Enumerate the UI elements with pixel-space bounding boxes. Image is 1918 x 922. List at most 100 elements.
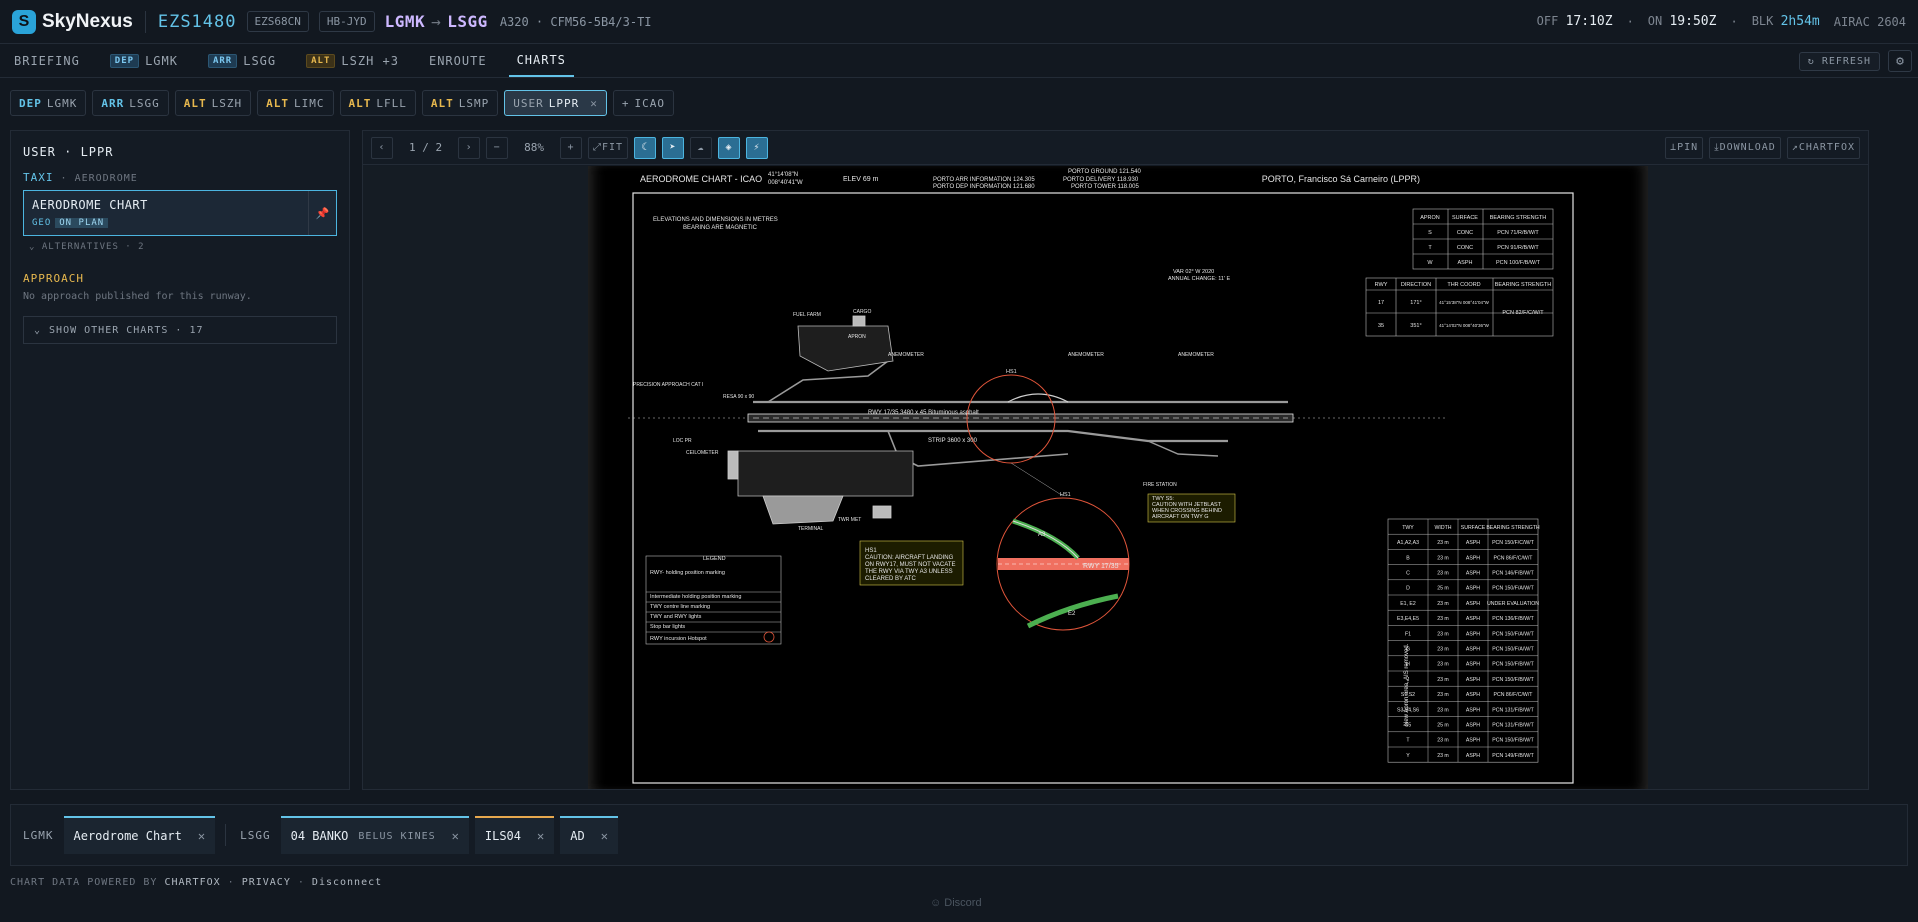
approach-empty-text: No approach published for this runway.	[23, 291, 252, 302]
svg-text:35: 35	[1378, 323, 1384, 329]
disconnect-link[interactable]: Disconnect	[312, 877, 382, 888]
privacy-link[interactable]: PRIVACY	[242, 877, 291, 888]
taxiway-table-cell: PCN 150/F/C/W/T	[1492, 540, 1535, 546]
taxiway-table-cell: 23 m	[1437, 707, 1449, 713]
svg-text:SURFACE: SURFACE	[1452, 215, 1478, 221]
next-page-button[interactable]: ›	[458, 136, 481, 159]
airac-cycle: AIRAC 2604	[1833, 14, 1906, 29]
chart-list-panel: USER · LPPR TAXI · AERODROME AERODROME C…	[10, 130, 350, 790]
tab-alternates[interactable]: ALT LSZH +3	[298, 45, 407, 77]
airport-chip-arr[interactable]: ARR LSGG	[92, 90, 169, 116]
hotspot-label: HS1	[1006, 369, 1017, 375]
svg-text:CLEARED BY ATC: CLEARED BY ATC	[865, 576, 916, 582]
taxiway-table-cell: PCN 150/F/B/W/T	[1492, 738, 1534, 744]
open-chart-tab[interactable]: ILS04 ✕	[474, 816, 555, 854]
route-toggle[interactable]: ⚡	[746, 136, 769, 159]
taxiway-table-cell: ASPH	[1466, 601, 1480, 607]
svg-text:PCN 100/F/B/W/T: PCN 100/F/B/W/T	[1496, 260, 1541, 266]
tab-charts[interactable]: CHARTS	[508, 45, 574, 77]
close-icon[interactable]: ✕	[198, 829, 205, 843]
tab-enroute[interactable]: ENROUTE	[421, 45, 495, 77]
taxiway-table-cell: ASPH	[1466, 738, 1480, 744]
svg-text:APRON: APRON	[848, 334, 866, 340]
ownship-toggle[interactable]: ➤	[662, 136, 685, 159]
zoom-in-button[interactable]: +	[560, 136, 582, 159]
taxiway-table-cell: PCN 131/F/B/W/T	[1492, 707, 1534, 713]
svg-text:CONC: CONC	[1457, 230, 1473, 236]
registration: HB-JYD	[318, 11, 375, 32]
svg-text:T: T	[1428, 245, 1432, 251]
taxiway-table-cell: B	[1406, 555, 1410, 561]
night-mode-toggle[interactable]: ☾	[634, 136, 657, 159]
taxiway-note: TWY S5: CAUTION WITH JETBLAST WHEN CROSS…	[1147, 493, 1236, 523]
close-icon[interactable]: ✕	[601, 829, 608, 843]
hotspot-label: HS1	[1060, 492, 1071, 498]
open-chart-tab[interactable]: 04 BANKO BELUS KINES ✕	[280, 816, 469, 854]
open-chart-tab[interactable]: Aerodrome Chart ✕	[63, 816, 216, 854]
airport-chip-alt[interactable]: ALT LFLL	[339, 90, 416, 116]
top-bar: S SkyNexus EZS1480 EZS68CN HB-JYD LGMK → L…	[0, 0, 1918, 44]
airport-chip-alt[interactable]: ALT LSZH	[174, 90, 252, 116]
airport-chip-alt[interactable]: ALT LIMC	[257, 90, 334, 116]
download-button[interactable]: ⤓ DOWNLOAD	[1709, 136, 1781, 159]
taxiway-table-cell: 25 m	[1437, 722, 1449, 728]
layer-toggle[interactable]: ◈	[718, 136, 741, 159]
show-other-charts-button[interactable]: ⌄ SHOW OTHER CHARTS · 17	[23, 316, 337, 344]
open-charts-tabs: LGMK Aerodrome Chart ✕ LSGG 04 BANKO BEL…	[10, 804, 1908, 866]
taxiway-table-cell: ASPH	[1466, 707, 1480, 713]
runway	[747, 413, 1294, 423]
taxiway-table-cell: ASPH	[1466, 646, 1480, 652]
external-link-icon: ↗	[1791, 142, 1799, 153]
airport-chip-user[interactable]: USER LPPR ✕	[504, 90, 607, 116]
divider	[144, 10, 146, 33]
taxiway-table-cell: PCN 150/F/A/W/T	[1492, 646, 1534, 652]
tab-arrival[interactable]: ARR LSGG	[200, 45, 284, 77]
svg-text:PRECISION APPROACH CAT I: PRECISION APPROACH CAT I	[633, 382, 703, 388]
aerodrome-chart-image[interactable]: AERODROME CHART - ICAO 41°14'08"N 008°40…	[588, 166, 1648, 789]
svg-text:TERMINAL: TERMINAL	[798, 526, 824, 532]
prev-page-button[interactable]: ‹	[371, 136, 393, 159]
chartfox-link[interactable]: CHARTFOX	[164, 877, 220, 888]
open-chart-tab[interactable]: AD ✕	[560, 816, 618, 854]
taxiway-table-cell: 23 m	[1437, 677, 1449, 683]
close-icon[interactable]: ✕	[590, 97, 598, 110]
geo-badge: GEO	[32, 218, 52, 228]
weather-toggle[interactable]: ☁	[690, 136, 713, 159]
add-icao-button[interactable]: + ICAO	[612, 90, 674, 116]
block-time: BLK 2h54m	[1751, 14, 1820, 29]
taxiway-table-cell: 23 m	[1437, 646, 1449, 652]
tab-group-label: LSGG	[240, 828, 271, 842]
pin-chart-button[interactable]: 📌	[308, 191, 336, 235]
settings-button[interactable]: ⚙	[1888, 50, 1912, 72]
taxiway-table-cell: ASPH	[1466, 753, 1480, 759]
separator-dot: ·	[1626, 14, 1634, 29]
svg-text:AIRCRAFT ON TWY G: AIRCRAFT ON TWY G	[1152, 514, 1209, 520]
pin-button[interactable]: ⊥ PIN	[1665, 136, 1704, 159]
svg-text:TWY centre line marking: TWY centre line marking	[650, 604, 710, 610]
svg-text:PCN 82/F/C/W/T: PCN 82/F/C/W/T	[1502, 310, 1544, 316]
taxiway-table-cell: ASPH	[1466, 570, 1480, 576]
zoom-out-button[interactable]: −	[486, 136, 509, 159]
airport-chip-alt[interactable]: ALT LSMP	[421, 90, 499, 116]
brand-logo[interactable]: S SkyNexus	[12, 9, 133, 34]
refresh-button[interactable]: ↻ REFRESH	[1798, 51, 1880, 71]
taxiway-table-cell: E3,E4,E5	[1397, 616, 1419, 622]
close-icon[interactable]: ✕	[537, 829, 544, 843]
chevron-left-icon: ‹	[378, 142, 386, 153]
on-time: ON 19:50Z	[1647, 14, 1717, 29]
pin-icon: ⊥	[1670, 142, 1678, 153]
tab-departure[interactable]: DEP LGMK	[102, 45, 186, 77]
zoom-level: 88%	[524, 141, 544, 154]
fit-button[interactable]: ⤢ FIT	[588, 136, 629, 159]
close-icon[interactable]: ✕	[452, 829, 459, 843]
svg-text:PCN 71/R/B/W/T: PCN 71/R/B/W/T	[1497, 230, 1539, 236]
tab-briefing[interactable]: BRIEFING	[6, 45, 88, 77]
alternatives-toggle[interactable]: ⌄ ALTERNATIVES · 2	[23, 242, 337, 252]
chartfox-link-button[interactable]: ↗ CHARTFOX	[1786, 136, 1860, 159]
chart-canvas[interactable]: AERODROME CHART - ICAO 41°14'08"N 008°40…	[363, 166, 1868, 789]
airport-chip-dep[interactable]: DEP LGMK	[10, 90, 87, 116]
taxiway-table-cell: PCN 136/F/B/W/T	[1492, 616, 1534, 622]
taxiway-table-cell: PCN 86/F/C/W/T	[1494, 555, 1534, 561]
discord-link[interactable]: ☺ Discord	[930, 897, 982, 909]
chart-item-aerodrome[interactable]: AERODROME CHART GEO ON PLAN 📌	[23, 190, 337, 236]
